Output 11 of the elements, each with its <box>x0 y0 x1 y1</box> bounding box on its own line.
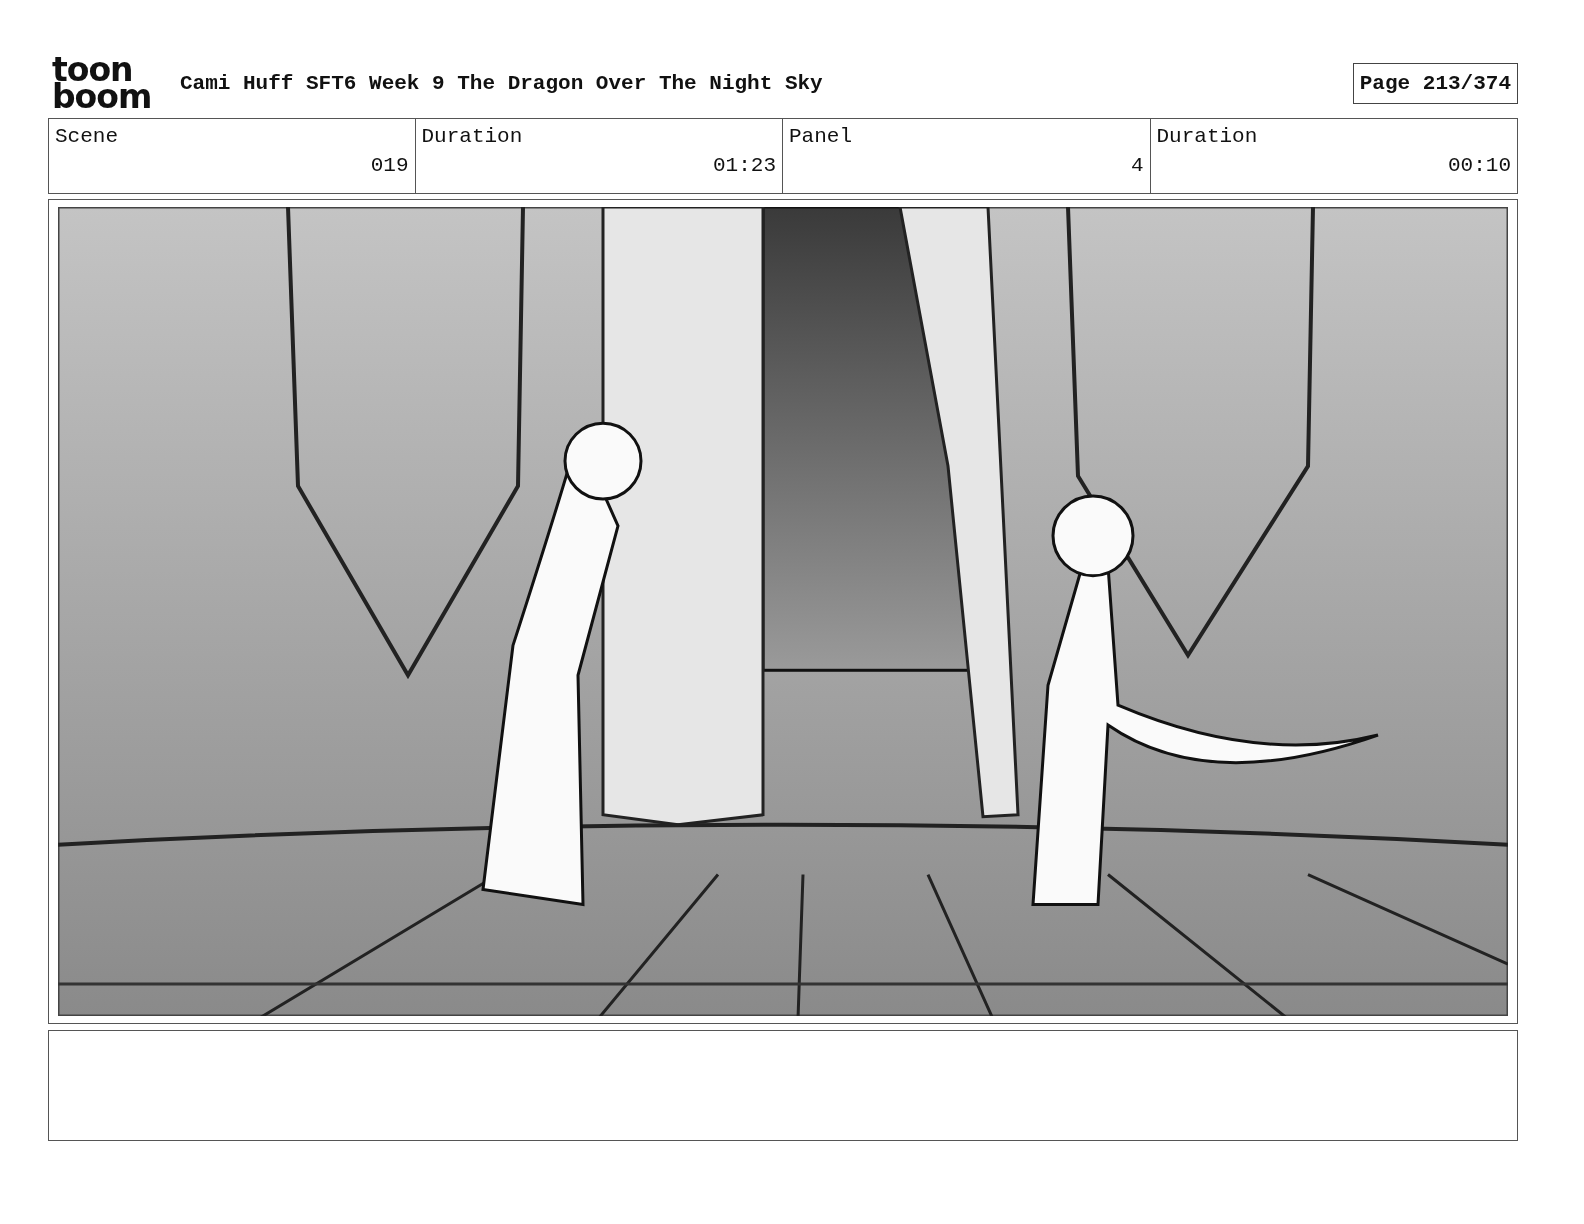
document-title: Cami Huff SFT6 Week 9 The Dragon Over The Night Sky <box>180 71 824 95</box>
info-entry: 01:23 <box>712 154 776 177</box>
info-heading: Scene <box>55 125 119 148</box>
info-heading: Duration <box>1156 125 1259 148</box>
info-entry: 4 <box>1129 154 1144 177</box>
info-entry: 019 <box>369 154 409 177</box>
info-entry: 00:10 <box>1447 154 1511 177</box>
logo: toon boom <box>52 56 153 110</box>
info-heading: Duration <box>421 125 524 148</box>
page-number: Page 213/374 <box>1352 62 1518 104</box>
info-heading: Panel <box>789 125 853 148</box>
